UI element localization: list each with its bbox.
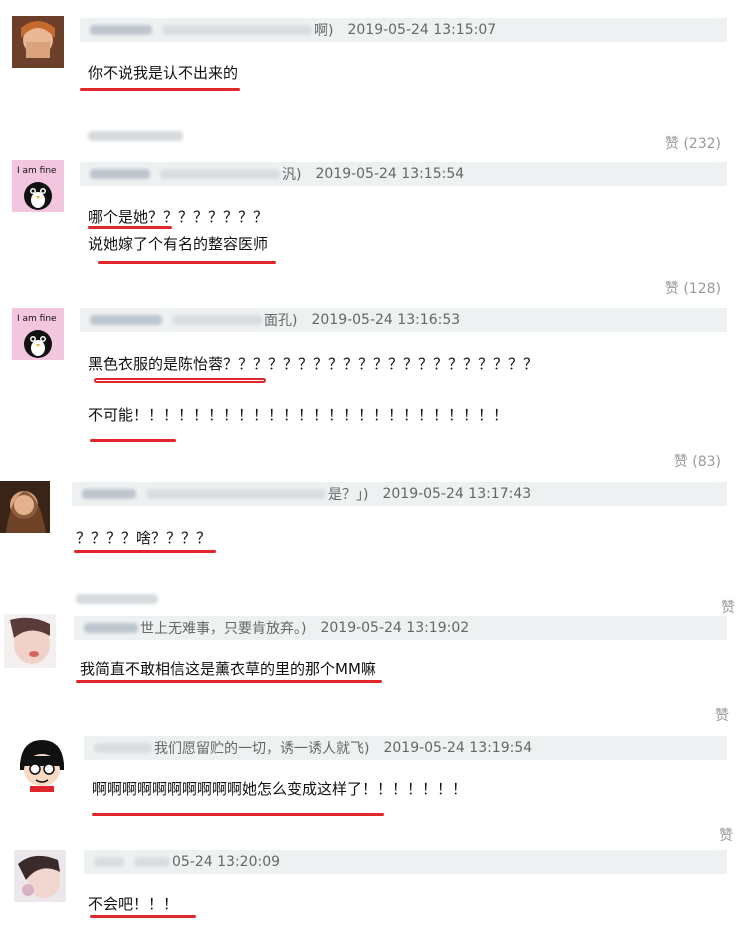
avatar[interactable]: I am fine — [12, 308, 64, 360]
highlight-underline — [92, 813, 384, 816]
signature-tail: 世上无难事，只要肯放弃。) — [140, 621, 307, 637]
comment-text: 不会吧！！！ — [88, 895, 179, 913]
username[interactable] — [82, 489, 136, 499]
signature-tail: 是？」) — [328, 487, 369, 503]
comment-time: 2019-05-24 13:19:54 — [383, 740, 533, 756]
comment-time: 2019-05-24 13:15:07 — [347, 22, 497, 38]
username[interactable] — [94, 857, 124, 867]
username[interactable] — [84, 623, 138, 633]
avatar[interactable]: I am fine — [12, 160, 64, 212]
like-button[interactable]: 赞 — [721, 597, 735, 617]
comment-text: 不可能！！！！！！！！！！！！！！！！！！！！！！！！！ — [88, 406, 509, 424]
highlight-underline — [94, 378, 266, 383]
comment-meta: 05-24 13:20:09 — [84, 850, 727, 874]
comment-time: 2019-05-24 13:15:54 — [315, 166, 465, 182]
comment-meta: 汎) 2019-05-24 13:15:54 — [80, 162, 727, 186]
username[interactable] — [90, 315, 162, 325]
like-button[interactable]: 赞 — [719, 825, 733, 845]
comment-meta: 我们愿留贮的一切，诱一诱人就飞) 2019-05-24 13:19:54 — [84, 736, 727, 760]
comment-meta: 面孔) 2019-05-24 13:16:53 — [80, 308, 727, 332]
signature-tail: 面孔) — [264, 313, 298, 329]
avatar-caption: I am fine — [17, 314, 57, 324]
username[interactable] — [90, 169, 150, 179]
username[interactable] — [90, 25, 152, 35]
avatar[interactable] — [0, 481, 50, 533]
highlight-underline — [98, 261, 276, 264]
comment-meta: 世上无难事，只要肯放弃。) 2019-05-24 13:19:02 — [74, 616, 727, 640]
comment-time: 2019-05-24 13:16:53 — [311, 312, 461, 328]
avatar[interactable] — [14, 850, 66, 902]
highlight-underline — [80, 88, 240, 91]
user-signature — [172, 315, 262, 325]
highlight-underline — [74, 550, 216, 553]
highlight-underline — [76, 680, 382, 683]
like-button[interactable]: 赞 (128) — [665, 278, 721, 298]
signature-tail: 啊) — [314, 23, 334, 39]
reply-username — [88, 131, 189, 141]
comment-time: 2019-05-24 13:19:02 — [320, 620, 470, 636]
avatar-caption: I am fine — [17, 166, 57, 176]
user-signature — [134, 857, 170, 867]
user-signature — [160, 169, 280, 179]
comment-text: 哪个是她？？？？？？？？ — [88, 208, 269, 226]
like-button[interactable]: 赞 — [715, 705, 729, 725]
comment-text: ？？？？啥？？？？ — [76, 529, 212, 547]
highlight-underline — [88, 226, 172, 229]
reply-username — [76, 594, 164, 604]
user-signature — [162, 25, 312, 35]
comment-meta: 啊) 2019-05-24 13:15:07 — [80, 18, 727, 42]
comment-text: 啊啊啊啊啊啊啊啊啊啊她怎么变成这样了！！！！！！！ — [92, 780, 468, 798]
like-button[interactable]: 赞 (83) — [674, 451, 721, 471]
comment-text: 我简直不敢相信这是薰衣草的里的那个MM嘛 — [80, 660, 376, 678]
comment-text: 说她嫁了个有名的整容医师 — [88, 235, 269, 253]
comment-text: 黑色衣服的是陈怡蓉？？？？？？？？？？？？？？？？？？？？？ — [88, 355, 539, 373]
signature-tail: 我们愿留贮的一切，诱一诱人就飞) — [154, 741, 370, 757]
like-button[interactable]: 赞 (232) — [665, 133, 721, 153]
signature-tail: 汎) — [282, 167, 302, 183]
highlight-underline — [90, 439, 176, 442]
comment-text: 你不说我是认不出来的 — [88, 64, 239, 82]
avatar[interactable] — [12, 16, 64, 68]
avatar[interactable] — [14, 736, 70, 792]
user-signature — [146, 489, 326, 499]
avatar[interactable] — [4, 614, 56, 668]
highlight-underline — [90, 915, 196, 918]
comment-time: 05-24 13:20:09 — [172, 854, 281, 870]
comment-time: 2019-05-24 13:17:43 — [382, 486, 532, 502]
comment-meta: 是？」) 2019-05-24 13:17:43 — [72, 482, 727, 506]
username[interactable] — [94, 743, 152, 753]
